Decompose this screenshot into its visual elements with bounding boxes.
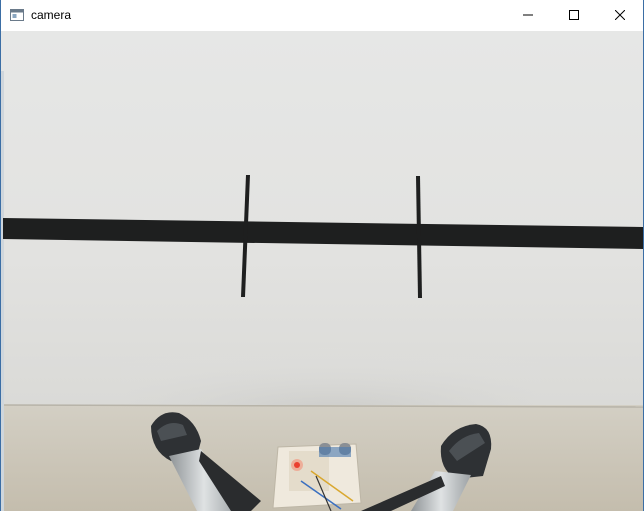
window-app-icon: [10, 8, 24, 22]
maximize-icon: [569, 7, 579, 25]
minimize-icon: [523, 7, 533, 25]
app-window: camera: [0, 0, 644, 511]
title-bar[interactable]: camera: [1, 0, 643, 31]
robot-shadow: [121, 331, 541, 411]
maximize-button[interactable]: [551, 0, 597, 31]
window-title: camera: [31, 8, 72, 22]
camera-frame: [1, 31, 643, 511]
breadboard-module: [272, 443, 362, 511]
camera-feed: [1, 31, 643, 511]
left-edge-strip: [1, 71, 4, 511]
close-button[interactable]: [597, 0, 643, 31]
minimize-button[interactable]: [505, 0, 551, 31]
close-icon: [614, 7, 626, 25]
